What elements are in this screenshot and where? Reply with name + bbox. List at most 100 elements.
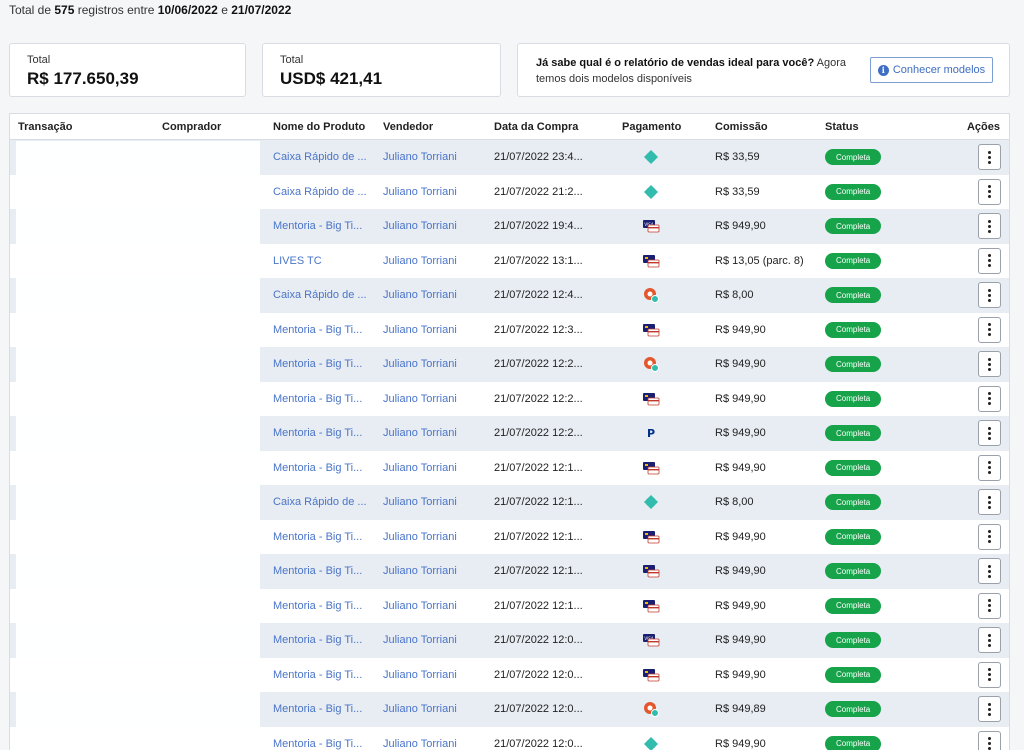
seller-link[interactable]: Juliano Torriani <box>383 324 457 336</box>
purchase-date: 21/07/2022 12:1... <box>494 599 583 612</box>
wallet-payment-icon <box>642 700 660 718</box>
product-link[interactable]: Mentoria - Big Ti... <box>273 427 362 439</box>
dot-icon <box>988 367 991 371</box>
dot-icon <box>988 298 991 302</box>
dot-icon <box>988 471 991 474</box>
summary-middle: registros entre <box>77 3 155 17</box>
header-comissao[interactable]: Comissão <box>715 121 768 133</box>
seller-link[interactable]: Juliano Torriani <box>383 186 457 198</box>
seller-link[interactable]: Juliano Torriani <box>383 427 457 439</box>
product-link[interactable]: Mentoria - Big Ti... <box>273 393 362 405</box>
row-actions-button[interactable] <box>978 247 1001 274</box>
row-actions-button[interactable] <box>978 696 1001 722</box>
dot-icon <box>988 431 991 435</box>
seller-link[interactable]: Juliano Torriani <box>383 634 457 646</box>
header-status[interactable]: Status <box>825 121 859 133</box>
product-link[interactable]: Mentoria - Big Ti... <box>273 703 362 715</box>
seller-link[interactable]: Juliano Torriani <box>383 255 457 267</box>
report-models-card: Já sabe qual é o relatório de vendas ide… <box>517 43 1010 97</box>
row-actions-button[interactable] <box>978 178 1001 205</box>
dot-icon <box>988 500 991 504</box>
dot-icon <box>988 505 991 509</box>
row-actions-button[interactable] <box>978 592 1001 619</box>
know-models-button[interactable]: i Conhecer modelos <box>870 57 993 83</box>
sales-table: Transação Comprador Nome do Produto Vend… <box>9 113 1010 750</box>
product-link[interactable]: Caixa Rápido de ... <box>273 186 367 198</box>
total-brl-label: Total <box>27 54 51 66</box>
seller-link[interactable]: Juliano Torriani <box>383 703 457 715</box>
row-actions-button[interactable] <box>978 730 1001 750</box>
header-produto[interactable]: Nome do Produto <box>273 121 365 133</box>
status-badge: Completa <box>825 356 882 372</box>
product-link[interactable]: Mentoria - Big Ti... <box>273 462 362 474</box>
product-link[interactable]: Mentoria - Big Ti... <box>273 634 362 646</box>
purchase-date: 21/07/2022 12:3... <box>494 323 583 336</box>
row-actions-button[interactable] <box>978 144 1001 170</box>
seller-link[interactable]: Juliano Torriani <box>383 531 457 543</box>
dot-icon <box>988 224 991 228</box>
seller-link[interactable]: Juliano Torriani <box>383 289 457 301</box>
dot-icon <box>988 495 991 499</box>
dot-icon <box>988 702 991 706</box>
product-link[interactable]: Mentoria - Big Ti... <box>273 531 362 543</box>
product-link[interactable]: Mentoria - Big Ti... <box>273 220 362 232</box>
row-actions-button[interactable] <box>978 316 1001 343</box>
seller-link[interactable]: Juliano Torriani <box>383 669 457 681</box>
purchase-date: 21/07/2022 21:2... <box>494 185 583 198</box>
row-actions-button[interactable] <box>978 282 1001 308</box>
row-actions-button[interactable] <box>978 661 1001 688</box>
card-payment-icon <box>642 528 660 546</box>
dot-icon <box>988 643 991 647</box>
total-usd-card: Total USD$ 421,41 <box>262 43 501 97</box>
header-vendedor[interactable]: Vendedor <box>383 121 433 133</box>
pix-payment-icon <box>642 493 660 511</box>
seller-link[interactable]: Juliano Torriani <box>383 220 457 232</box>
product-link[interactable]: Mentoria - Big Ti... <box>273 669 362 681</box>
commission-value: R$ 33,59 <box>715 185 760 198</box>
product-link[interactable]: Caixa Rápido de ... <box>273 496 367 508</box>
dot-icon <box>988 569 991 573</box>
commission-value: R$ 949,89 <box>715 703 766 715</box>
row-actions-button[interactable] <box>978 454 1001 481</box>
product-link[interactable]: Caixa Rápido de ... <box>273 289 367 301</box>
row-actions-button[interactable] <box>978 627 1001 653</box>
seller-link[interactable]: Juliano Torriani <box>383 151 457 163</box>
product-link[interactable]: Mentoria - Big Ti... <box>273 738 362 750</box>
product-link[interactable]: Caixa Rápido de ... <box>273 151 367 163</box>
dot-icon <box>988 707 991 711</box>
status-badge: Completa <box>825 390 882 407</box>
seller-link[interactable]: Juliano Torriani <box>383 393 457 405</box>
product-link[interactable]: Mentoria - Big Ti... <box>273 600 362 612</box>
row-actions-button[interactable] <box>978 558 1001 584</box>
row-actions-button[interactable] <box>978 385 1001 412</box>
product-link[interactable]: Mentoria - Big Ti... <box>273 358 362 370</box>
commission-value: R$ 949,90 <box>715 392 766 405</box>
table-header: Transação Comprador Nome do Produto Vend… <box>10 114 1009 140</box>
redacted-area <box>16 141 260 750</box>
seller-link[interactable]: Juliano Torriani <box>383 565 457 577</box>
seller-link[interactable]: Juliano Torriani <box>383 496 457 508</box>
row-actions-button[interactable] <box>978 523 1001 550</box>
row-actions-button[interactable] <box>978 420 1001 446</box>
product-link[interactable]: Mentoria - Big Ti... <box>273 324 362 336</box>
seller-link[interactable]: Juliano Torriani <box>383 462 457 474</box>
seller-link[interactable]: Juliano Torriani <box>383 738 457 750</box>
seller-link[interactable]: Juliano Torriani <box>383 358 457 370</box>
dot-icon <box>988 357 991 361</box>
purchase-date: 21/07/2022 23:4... <box>494 151 583 163</box>
header-comprador[interactable]: Comprador <box>162 121 221 133</box>
commission-value: R$ 949,90 <box>715 358 766 370</box>
row-actions-button[interactable] <box>978 213 1001 239</box>
row-actions-button[interactable] <box>978 489 1001 515</box>
status-badge: Completa <box>825 735 882 750</box>
header-data[interactable]: Data da Compra <box>494 121 578 133</box>
dot-icon <box>988 397 991 400</box>
product-link[interactable]: LIVES TC <box>273 255 322 267</box>
commission-value: R$ 8,00 <box>715 496 754 508</box>
row-actions-button[interactable] <box>978 351 1001 377</box>
product-link[interactable]: Mentoria - Big Ti... <box>273 565 362 577</box>
seller-link[interactable]: Juliano Torriani <box>383 600 457 612</box>
header-pagamento[interactable]: Pagamento <box>622 121 681 133</box>
header-transacao[interactable]: Transação <box>18 121 72 133</box>
wallet-payment-icon <box>642 286 660 304</box>
